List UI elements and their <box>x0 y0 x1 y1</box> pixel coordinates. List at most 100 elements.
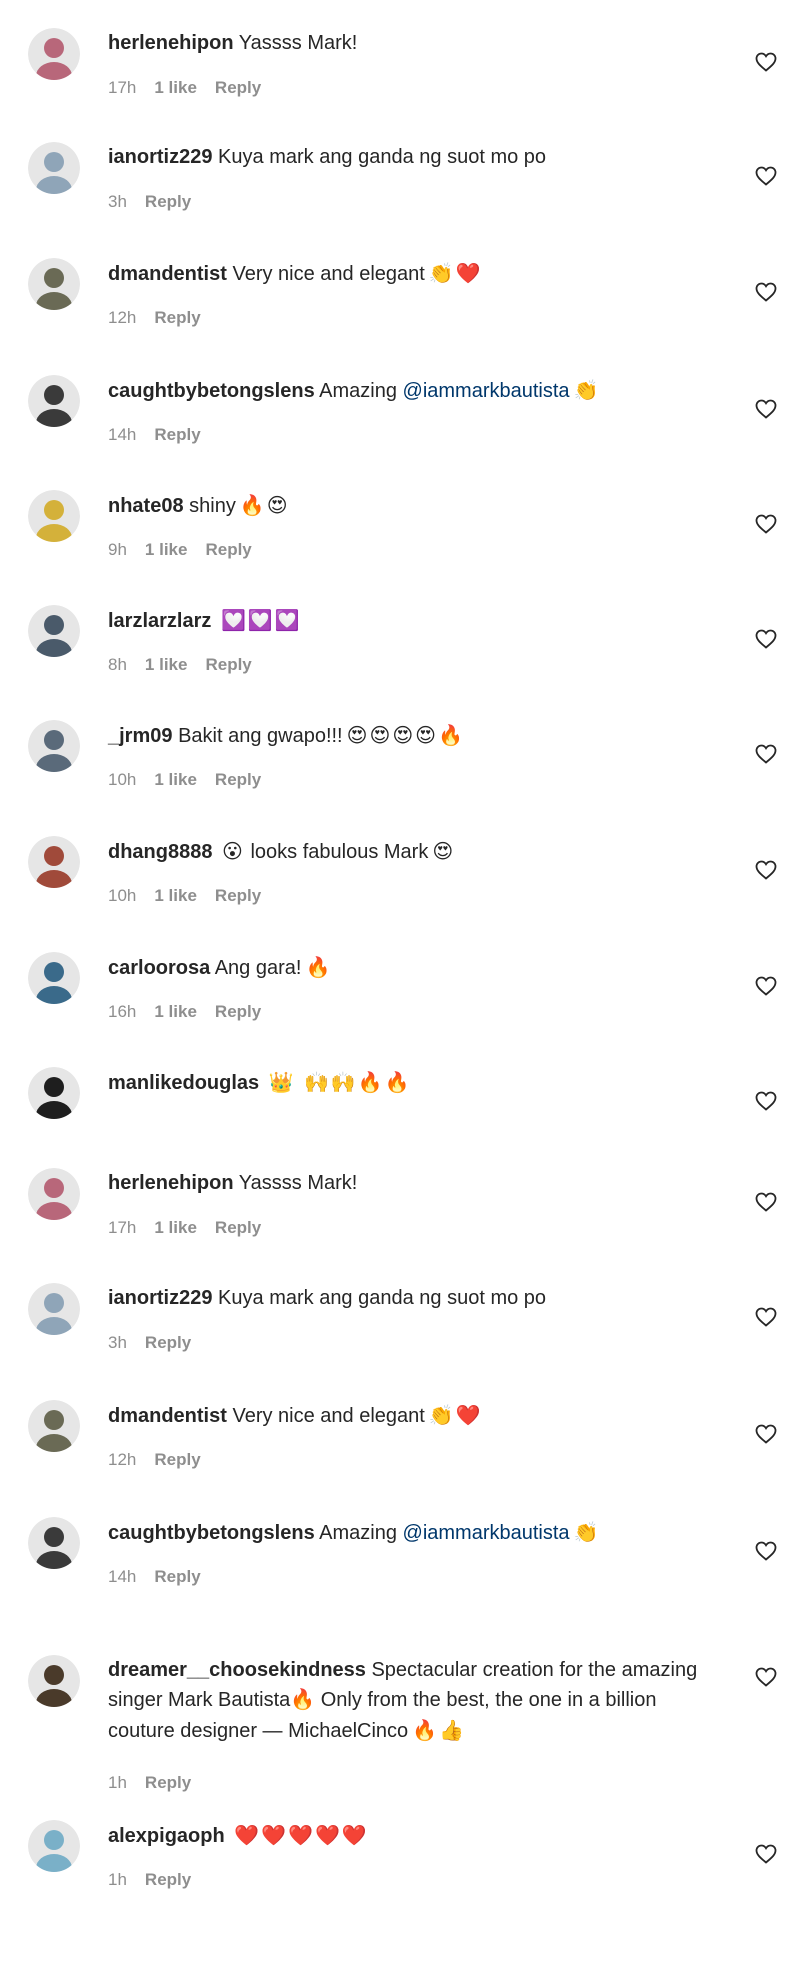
avatar[interactable] <box>28 1283 80 1335</box>
comment-meta: 14h Reply <box>108 1567 219 1587</box>
avatar[interactable] <box>28 1517 80 1569</box>
comment-body: Amazing <box>319 1522 403 1544</box>
reply-button[interactable]: Reply <box>145 1333 191 1352</box>
avatar[interactable] <box>28 605 80 657</box>
comment-text: ianortiz229 Kuya mark ang ganda ng suot … <box>108 1283 710 1313</box>
comment-username[interactable]: nhate08 <box>108 495 184 517</box>
comment-username[interactable]: dhang8888 <box>108 841 212 863</box>
comment-emoji: 🔥 <box>305 955 333 979</box>
reply-button[interactable]: Reply <box>154 308 200 327</box>
comment-meta: 17h 1 like Reply <box>108 78 279 98</box>
like-heart-icon[interactable] <box>754 1842 778 1866</box>
like-heart-icon[interactable] <box>754 1539 778 1563</box>
comment-text: caughtbybetongslens Amazing @iammarkbaut… <box>108 1517 710 1548</box>
comment-username[interactable]: dmandentist <box>108 1405 227 1427</box>
comment-likes[interactable]: 1 like <box>154 770 197 789</box>
like-heart-icon[interactable] <box>754 742 778 766</box>
comment-body: Bakit ang gwapo!!! <box>178 725 343 747</box>
comment-time: 10h <box>108 770 137 789</box>
avatar[interactable] <box>28 1820 80 1872</box>
like-heart-icon[interactable] <box>754 858 778 882</box>
comment-username[interactable]: manlikedouglas <box>108 1072 259 1094</box>
like-heart-icon[interactable] <box>754 1089 778 1113</box>
comments-list: herlenehipon Yassss Mark! 17h 1 like Reply i… <box>0 0 800 1974</box>
like-heart-icon[interactable] <box>754 512 778 536</box>
avatar[interactable] <box>28 258 80 310</box>
avatar[interactable] <box>28 720 80 772</box>
reply-button[interactable]: Reply <box>145 1773 191 1792</box>
reply-button[interactable]: Reply <box>205 655 251 674</box>
comment-username[interactable]: carloorosa <box>108 957 210 979</box>
avatar[interactable] <box>28 1655 80 1707</box>
comment-time: 12h <box>108 308 137 327</box>
avatar[interactable] <box>28 375 80 427</box>
avatar[interactable] <box>28 142 80 194</box>
comment-mention[interactable]: @iammarkbautista <box>403 1522 570 1544</box>
reply-button[interactable]: Reply <box>145 192 191 211</box>
comment-meta: 9h 1 like Reply <box>108 540 270 560</box>
comment-time: 3h <box>108 1333 127 1352</box>
comment-emoji: ❤️❤️❤️❤️❤️ <box>234 1823 369 1847</box>
reply-button[interactable]: Reply <box>215 1002 261 1021</box>
comment-username[interactable]: dmandentist <box>108 263 227 285</box>
comment-username[interactable]: caughtbybetongslens <box>108 1522 315 1544</box>
comment-username[interactable]: caughtbybetongslens <box>108 380 315 402</box>
comment-meta: 17h 1 like Reply <box>108 1218 279 1238</box>
avatar[interactable] <box>28 836 80 888</box>
comment-body: Yassss Mark! <box>238 1172 358 1194</box>
avatar[interactable] <box>28 1168 80 1220</box>
reply-button[interactable]: Reply <box>154 425 200 444</box>
comment-username[interactable]: larzlarzlarz <box>108 610 211 632</box>
reply-button[interactable]: Reply <box>215 770 261 789</box>
comment-username[interactable]: _jrm09 <box>108 725 173 747</box>
comment-likes[interactable]: 1 like <box>145 540 188 559</box>
comment-meta: 3h Reply <box>108 192 209 212</box>
comment-username[interactable]: dreamer__choosekindness <box>108 1659 366 1681</box>
comment-username[interactable]: alexpigaoph <box>108 1825 225 1847</box>
comment-username[interactable]: herlenehipon <box>108 32 234 54</box>
reply-button[interactable]: Reply <box>215 78 261 97</box>
comment-likes[interactable]: 1 like <box>154 886 197 905</box>
comment-emoji: 👏 <box>573 1520 601 1544</box>
comment-text: ianortiz229 Kuya mark ang ganda ng suot … <box>108 142 710 172</box>
comment-likes[interactable]: 1 like <box>154 1218 197 1237</box>
reply-button[interactable]: Reply <box>145 1870 191 1889</box>
avatar-image <box>28 1517 80 1569</box>
reply-button[interactable]: Reply <box>205 540 251 559</box>
comment-emoji: 👏 <box>573 378 601 402</box>
like-heart-icon[interactable] <box>754 397 778 421</box>
reply-button[interactable]: Reply <box>154 1567 200 1586</box>
comment-username[interactable]: ianortiz229 <box>108 1287 212 1309</box>
like-heart-icon[interactable] <box>754 1422 778 1446</box>
like-heart-icon[interactable] <box>754 1305 778 1329</box>
reply-button[interactable]: Reply <box>215 886 261 905</box>
avatar[interactable] <box>28 28 80 80</box>
comment-time: 9h <box>108 540 127 559</box>
comment-username[interactable]: herlenehipon <box>108 1172 234 1194</box>
like-heart-icon[interactable] <box>754 164 778 188</box>
comment-text: dmandentist Very nice and elegant 👏❤️ <box>108 258 710 289</box>
avatar[interactable] <box>28 490 80 542</box>
like-heart-icon[interactable] <box>754 280 778 304</box>
reply-button[interactable]: Reply <box>215 1218 261 1237</box>
comment-meta: 1h Reply <box>108 1870 209 1890</box>
avatar[interactable] <box>28 952 80 1004</box>
comment-meta: 8h 1 like Reply <box>108 655 270 675</box>
like-heart-icon[interactable] <box>754 50 778 74</box>
avatar[interactable] <box>28 1067 80 1119</box>
comment-mention[interactable]: @iammarkbautista <box>403 380 570 402</box>
avatar-image <box>28 605 80 657</box>
like-heart-icon[interactable] <box>754 974 778 998</box>
comment-username[interactable]: ianortiz229 <box>108 146 212 168</box>
comment-likes[interactable]: 1 like <box>154 78 197 97</box>
avatar-image <box>28 142 80 194</box>
like-heart-icon[interactable] <box>754 1665 778 1689</box>
avatar[interactable] <box>28 1400 80 1452</box>
like-heart-icon[interactable] <box>754 1190 778 1214</box>
comment-meta: 10h 1 like Reply <box>108 886 279 906</box>
like-heart-icon[interactable] <box>754 627 778 651</box>
comment-text: _jrm09 Bakit ang gwapo!!! 😍😍😍😍🔥 <box>108 720 710 751</box>
reply-button[interactable]: Reply <box>154 1450 200 1469</box>
comment-likes[interactable]: 1 like <box>154 1002 197 1021</box>
comment-likes[interactable]: 1 like <box>145 655 188 674</box>
